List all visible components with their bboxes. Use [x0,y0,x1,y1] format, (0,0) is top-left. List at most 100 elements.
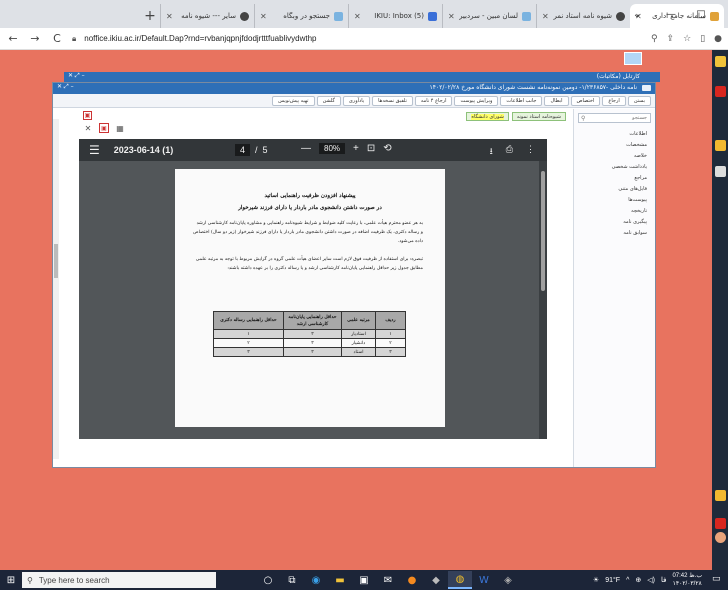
app-icon[interactable] [715,518,726,529]
zoom-in-button[interactable]: + [353,143,359,154]
sidebar-item-personal-note[interactable]: یادداشت شخصی [574,162,655,173]
scrollbar-thumb[interactable] [541,171,545,291]
menu-icon[interactable]: ☰ [89,143,100,157]
rotate-icon[interactable]: ⟲ [383,143,391,154]
refer-letter-button[interactable]: ارجاع ۴ نامه [414,95,453,106]
close-letter-button[interactable]: بستن [627,95,651,106]
weather-temp[interactable]: 91°F [605,577,620,584]
tray-chevron-icon[interactable]: ^ [626,577,629,584]
close-icon[interactable]: ✕ [448,12,455,21]
info-button[interactable]: جانب اطلاعات [500,95,543,106]
scrollbar-thumb[interactable] [54,244,58,278]
edge-icon[interactable]: ◉ [304,571,328,589]
close-icon[interactable]: ✕ [260,12,267,21]
sidebar-item-text-files[interactable]: فایل‌های متنی [574,184,655,195]
content-scrollbar[interactable] [53,119,59,459]
new-tab-button[interactable]: + [140,4,160,28]
mail-icon[interactable] [715,166,726,177]
avatar[interactable] [715,532,726,543]
sidebar-item-info[interactable]: اطلاعات [574,129,655,140]
clock[interactable]: 07:42 ب.ظ ۱۴۰۲/۰۳/۲۸ [672,572,702,588]
back-button[interactable]: ← [6,32,20,45]
download-icon[interactable]: ⭳ [490,144,493,160]
print-icon[interactable]: ⎙ [506,144,513,160]
sidepanel-icon[interactable]: ▯ [700,34,705,44]
word-icon[interactable]: W [472,571,496,589]
tab-other-guidelines[interactable]: سایر --- شیوه نامه ✕ [160,4,254,28]
letter-window-titlebar[interactable]: ✕ ⤢ – نامه داخلی -۱/۲۳۶۸۵۷- دومین نمونه‌… [53,83,655,94]
app-icon[interactable]: ◆ [424,571,448,589]
zoom-input[interactable]: 80% [319,143,346,154]
url-field[interactable]: noffice.ikiu.ac.ir/Default.Dap?rnd=rvban… [84,34,643,43]
app-icon[interactable] [715,140,726,151]
cortana-icon[interactable]: ○ [256,571,280,589]
fit-page-icon[interactable]: ⊡ [367,143,375,154]
refer-button[interactable]: ارجاع [602,95,626,106]
volume-icon[interactable]: ◁) [647,576,655,584]
page-number-input[interactable]: 4 [235,144,251,156]
more-icon[interactable]: ⋮ [526,144,535,160]
sidebar-item-followup[interactable]: پیگیری نامه [574,217,655,228]
sidebar-item-details[interactable]: مشخصات [574,140,655,151]
window-controls[interactable]: ✕ ⤢ – [57,83,74,91]
window-controls[interactable]: ✕ ⤢ – [68,72,85,80]
weather-icon[interactable]: ☀︎ [593,576,599,584]
task-view-icon[interactable]: ⧉ [280,571,304,589]
maximize-button[interactable]: □ [688,0,714,28]
app-icon[interactable] [715,490,726,501]
breadcrumb-item[interactable]: شورای دانشگاه [466,112,509,121]
tab-site-search[interactable]: جستجو در وبگاه ✕ [254,4,348,28]
lock-icon[interactable]: 🔒︎ [72,34,76,44]
minimize-button[interactable]: — [654,0,688,28]
close-icon[interactable]: ✕ [83,123,93,133]
chrome-icon[interactable]: ◍ [448,571,472,589]
windows-start-icon[interactable]: ⊞ [0,575,22,586]
cartable-window-titlebar[interactable]: ✕ ⤢ – کارتابل (مکاتبات) [64,72,660,82]
grid-icon[interactable]: ▦ [115,123,125,133]
sidebar-item-attachments[interactable]: پیوست‌ها [574,195,655,206]
taskbar-search-input[interactable]: ⚲ Type here to search [22,572,216,588]
golshan-button[interactable]: گلشن [316,95,341,106]
bookmark-star-icon[interactable]: ☆ [683,34,691,44]
app-icon[interactable]: ◈ [496,571,520,589]
profile-icon[interactable]: ● [714,34,722,44]
cancel-button[interactable]: ابطال [544,95,569,106]
share-icon[interactable]: ⇪ [667,34,675,44]
network-icon[interactable]: ⊕ [635,576,641,584]
merge-versions-button[interactable]: تلفیق نسخه‌ها [372,95,413,106]
store-icon[interactable]: ▣ [352,571,376,589]
language-indicator[interactable]: فا [661,576,666,584]
assign-button[interactable]: اختصاص [570,95,601,106]
notification-icon[interactable]: ▭ [712,574,724,586]
forward-button[interactable]: → [28,32,42,45]
tab-ikiu-inbox[interactable]: IKIU: Inbox (5) ✕ [348,4,442,28]
close-icon[interactable]: ✕ [354,12,361,21]
app-icon[interactable] [715,56,726,67]
zoom-icon[interactable]: ⚲ [651,34,658,44]
firefox-icon[interactable]: ● [400,571,424,589]
sidebar-search-input[interactable]: ⚲ جستجو [578,113,651,123]
reminder-button[interactable]: یادآوری [342,95,371,106]
explorer-icon[interactable]: ▬ [328,571,352,589]
pdf-scrollbar[interactable] [539,161,547,439]
reload-button[interactable]: C [50,32,64,45]
tab-search-chevron-icon[interactable]: ⌄ [620,0,654,28]
app-icon[interactable] [715,86,726,97]
edit-attachment-button[interactable]: ویرایش پیوست [454,95,499,106]
tab-guidelines[interactable]: شیوه نامه استاد نمر ✕ [536,4,630,28]
pdf-file-icon[interactable]: ▣ [83,111,92,120]
draft-button[interactable]: تهیه پیش‌نویس [272,95,315,106]
keyboard-icon[interactable] [624,52,642,65]
pdf-icon[interactable]: ▣ [99,123,109,133]
sidebar-item-references[interactable]: مراجع [574,173,655,184]
zoom-out-button[interactable]: — [301,143,311,154]
sidebar-item-summary[interactable]: خلاصه [574,151,655,162]
close-icon[interactable]: ✕ [166,12,173,21]
close-icon[interactable]: ✕ [542,12,549,21]
tab-lesan-mobin[interactable]: لسان مبین - سردبیر ✕ [442,4,536,28]
breadcrumb-item[interactable]: شیوه‌نامه استاد نمونه [511,112,566,121]
mail-icon[interactable]: ✉ [376,571,400,589]
search-icon[interactable]: ⚲ [581,114,585,123]
sidebar-item-history[interactable]: تاریخچه [574,206,655,217]
sidebar-item-records[interactable]: سوابق نامه [574,228,655,239]
